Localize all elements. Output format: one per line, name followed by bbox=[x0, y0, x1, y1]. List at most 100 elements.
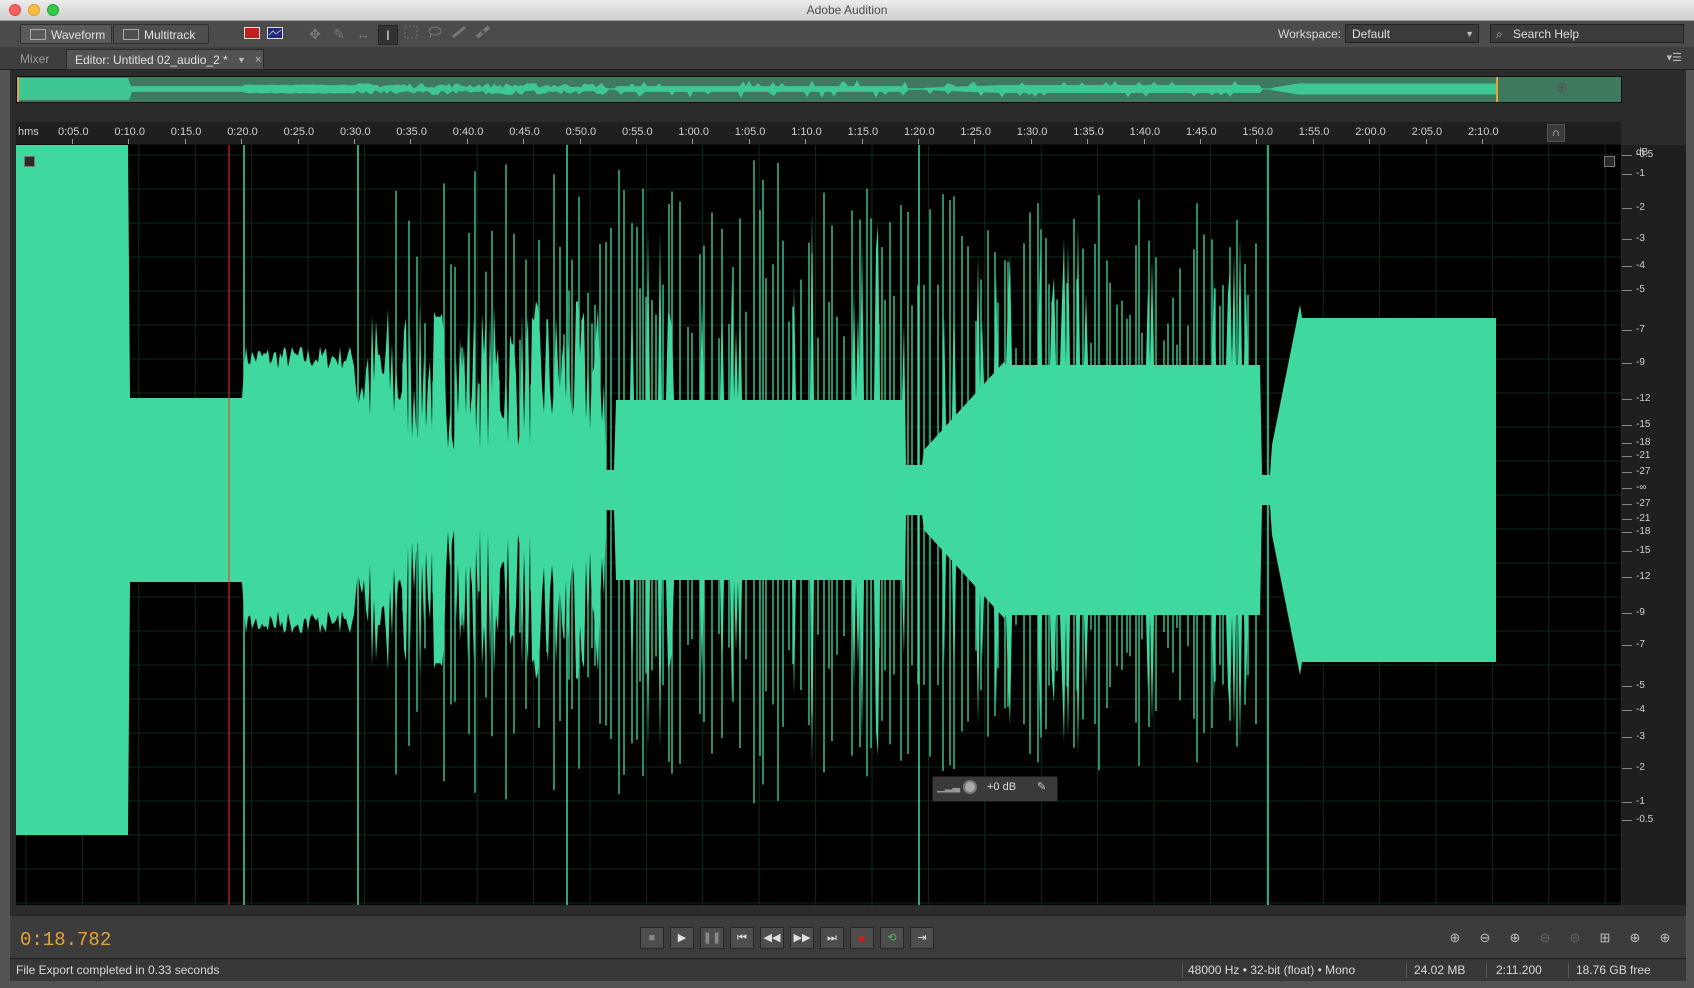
brush-tool-icon bbox=[452, 25, 466, 39]
pin-icon[interactable]: ✎ bbox=[1037, 780, 1046, 793]
close-tab-icon[interactable]: × bbox=[255, 50, 261, 70]
search-placeholder: Search Help bbox=[1513, 27, 1580, 41]
db-tick-label: -9 bbox=[1636, 357, 1645, 368]
razor-tool[interactable]: ✎ bbox=[330, 25, 348, 43]
ruler-tick-mark bbox=[128, 139, 130, 144]
ruler-tick-mark bbox=[184, 139, 186, 144]
panel-menu-icon[interactable]: ▾☰ bbox=[1667, 51, 1682, 64]
fade-in-handle[interactable] bbox=[24, 156, 35, 167]
waveform-canvas bbox=[16, 145, 1621, 905]
db-tick-label: -15 bbox=[1636, 545, 1651, 556]
workspace-select[interactable]: Default ▼ bbox=[1345, 24, 1479, 43]
db-tick-label: -3 bbox=[1636, 233, 1645, 244]
ruler-tick-label: 2:00.0 bbox=[1355, 126, 1386, 138]
db-tick-label: -18 bbox=[1636, 437, 1651, 448]
db-tick-mark bbox=[1622, 613, 1632, 614]
waveform-overview[interactable] bbox=[16, 76, 1622, 103]
title-bar: Adobe Audition bbox=[0, 0, 1694, 21]
slip-tool[interactable]: ↔ bbox=[354, 25, 372, 43]
lasso-tool[interactable] bbox=[426, 25, 444, 43]
tab-dropdown-icon[interactable]: ▼ bbox=[237, 50, 246, 70]
tab-mixer[interactable]: Mixer bbox=[12, 49, 57, 69]
db-tick-label: -5 bbox=[1636, 284, 1645, 295]
search-help-field[interactable]: ⌕ Search Help bbox=[1490, 24, 1684, 43]
fast-forward-button[interactable]: ▶▶ bbox=[790, 927, 814, 949]
overview-waveform bbox=[17, 77, 1621, 102]
multitrack-view-button[interactable]: Multitrack bbox=[113, 24, 209, 44]
db-tick-label: -0.5 bbox=[1636, 149, 1654, 160]
editor-tab-label: Editor: Untitled 02_audio_2 * bbox=[75, 53, 228, 67]
spectral-pitch-icon bbox=[267, 27, 283, 39]
zoom-in-time-button[interactable]: ⊕ bbox=[1504, 929, 1526, 947]
ruler-tick-mark bbox=[918, 139, 919, 144]
skip-to-start-button[interactable]: ⏮ bbox=[730, 927, 754, 949]
loop-icon: ⟲ bbox=[887, 932, 897, 944]
record-button[interactable]: ● bbox=[850, 927, 874, 949]
db-tick-mark bbox=[1622, 425, 1632, 426]
time-selection-tool[interactable]: I bbox=[378, 25, 398, 45]
play-icon: ▶ bbox=[677, 932, 687, 944]
marquee-tool[interactable] bbox=[402, 25, 420, 43]
ruler-tick-label: 1:55.0 bbox=[1298, 126, 1330, 138]
panel-tab-bar: Mixer Editor: Untitled 02_audio_2 * ▼ × … bbox=[0, 47, 1694, 70]
headphone-button[interactable]: ∩ bbox=[1547, 124, 1565, 142]
db-tick-mark bbox=[1622, 504, 1632, 505]
db-tick-label: -∞ bbox=[1636, 482, 1647, 493]
current-time[interactable]: 0:18.782 bbox=[20, 929, 111, 951]
rewind-button[interactable]: ◀◀ bbox=[760, 927, 784, 949]
fade-out-handle[interactable] bbox=[1604, 156, 1615, 167]
skip-selection-button[interactable]: ⇥ bbox=[910, 927, 934, 949]
db-tick-label: -15 bbox=[1636, 419, 1651, 430]
spectral-pitch-button[interactable] bbox=[266, 25, 284, 43]
ruler-tick-mark bbox=[410, 139, 412, 144]
ruler-tick-label: 0:45.0 bbox=[509, 126, 540, 138]
zoom-selection-button[interactable]: ⊞ bbox=[1594, 929, 1616, 947]
waveform-display[interactable] bbox=[16, 145, 1621, 905]
zoom-in-amplitude-button[interactable]: ⊕ bbox=[1444, 929, 1466, 947]
workspace-label: Workspace: bbox=[1278, 27, 1342, 41]
tab-editor[interactable]: Editor: Untitled 02_audio_2 * ▼ × bbox=[66, 49, 264, 69]
volume-value: +0 dB bbox=[987, 781, 1017, 793]
stop-button[interactable]: ■ bbox=[640, 927, 664, 949]
db-tick-mark bbox=[1622, 174, 1632, 175]
zoom-out-amplitude-button[interactable]: ⊖ bbox=[1474, 929, 1496, 947]
zoom-in-time-icon: ⊕ bbox=[1509, 930, 1521, 945]
zoom-out-time-button[interactable]: ⊖ bbox=[1534, 929, 1556, 947]
ruler-tick-label: 2:10.0 bbox=[1468, 126, 1499, 138]
time-ruler[interactable]: hms 0:05.0 0:10.0 0:15.0 0:20.0 0:25.0 0:30.0… bbox=[16, 122, 1621, 145]
volume-knob[interactable] bbox=[963, 780, 977, 794]
volume-hud[interactable]: ▁▂▃ +0 dB ✎ bbox=[932, 776, 1058, 802]
ruler-tick-mark bbox=[692, 139, 694, 144]
spot-healing-icon bbox=[475, 25, 491, 39]
brush-tool[interactable] bbox=[450, 25, 468, 43]
db-tick-mark bbox=[1622, 737, 1632, 738]
ruler-tick-label: 0:55.0 bbox=[622, 126, 653, 138]
db-tick-mark bbox=[1622, 577, 1632, 578]
ruler-tick-label: 1:40.0 bbox=[1129, 126, 1161, 138]
window-title: Adobe Audition bbox=[806, 3, 888, 17]
ruler-tick-mark bbox=[354, 139, 355, 144]
move-tool[interactable]: ✥ bbox=[306, 25, 324, 43]
play-button[interactable]: ▶ bbox=[670, 927, 694, 949]
db-tick-label: -27 bbox=[1636, 466, 1651, 477]
ruler-tick-mark bbox=[1425, 139, 1427, 144]
spectral-frequency-button[interactable] bbox=[243, 25, 261, 43]
loop-button[interactable]: ⟲ bbox=[880, 927, 904, 949]
status-divider bbox=[1568, 962, 1569, 978]
db-tick-label: -4 bbox=[1636, 704, 1645, 715]
pause-button[interactable]: ❚❚ bbox=[700, 927, 724, 949]
ruler-tick-mark bbox=[636, 139, 637, 144]
db-tick-label: -1 bbox=[1636, 796, 1645, 807]
ruler-tick-mark bbox=[579, 139, 581, 144]
zoom-out-point-button[interactable]: ⊕ bbox=[1654, 929, 1676, 947]
zoom-out-full-button[interactable]: ⊝ bbox=[1564, 929, 1586, 947]
zoom-in-point-button[interactable]: ⊕ bbox=[1624, 929, 1646, 947]
skip-to-end-button[interactable]: ⏭ bbox=[820, 927, 844, 949]
spot-healing-tool[interactable] bbox=[474, 25, 492, 43]
waveform-view-button[interactable]: Waveform bbox=[20, 24, 112, 44]
db-tick-mark bbox=[1622, 456, 1632, 457]
db-tick-label: -7 bbox=[1636, 639, 1645, 650]
ruler-tick-label: 1:10.0 bbox=[791, 126, 822, 138]
db-tick-mark bbox=[1622, 519, 1632, 520]
zoom-out-amplitude-icon: ⊖ bbox=[1479, 930, 1491, 945]
